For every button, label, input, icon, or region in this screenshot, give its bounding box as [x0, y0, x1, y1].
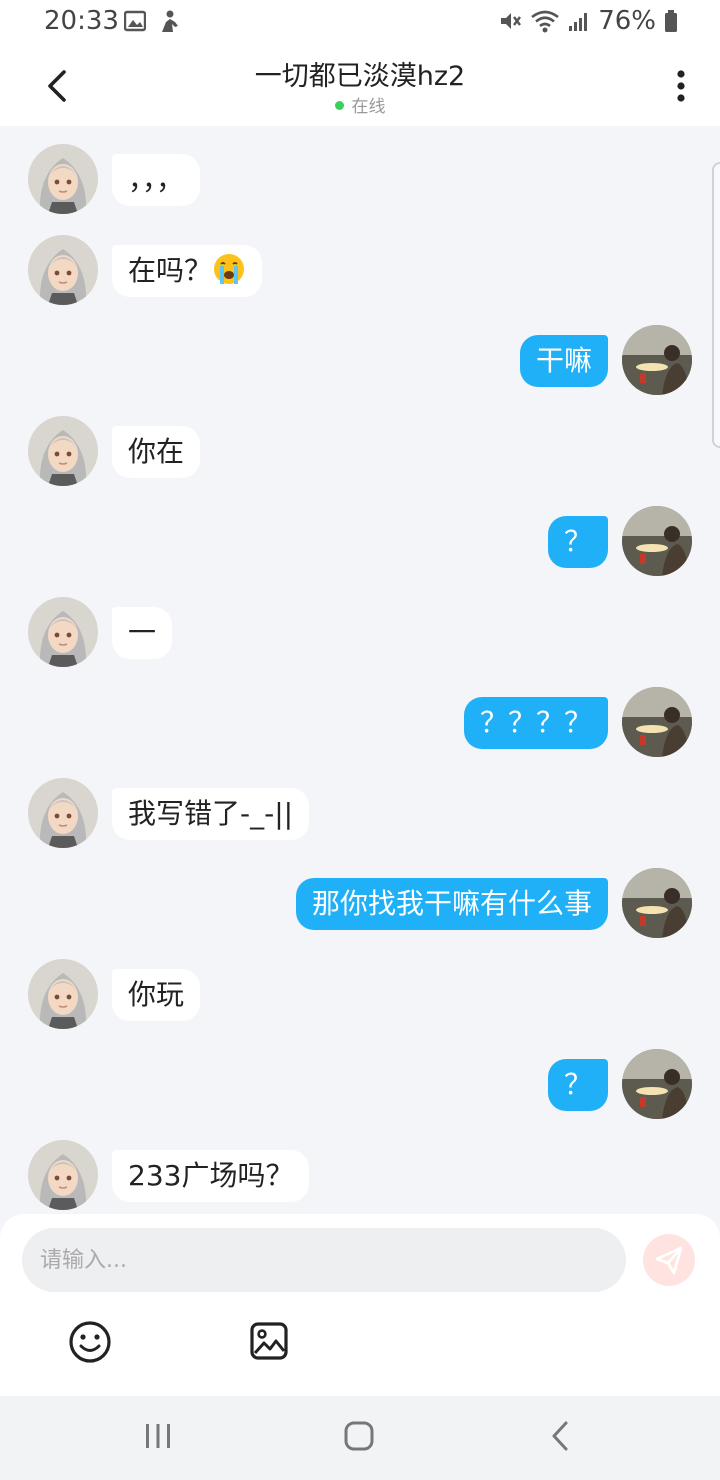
message-text: 那你找我干嘛有什么事: [311, 887, 592, 920]
wifi-icon: [531, 10, 559, 33]
send-button[interactable]: [643, 1234, 695, 1286]
my-avatar[interactable]: [622, 868, 692, 938]
more-vertical-icon[interactable]: [668, 66, 694, 106]
message-bubble[interactable]: 233广场吗？: [112, 1150, 310, 1202]
message-bubble[interactable]: ？: [547, 1059, 608, 1111]
contact-avatar[interactable]: [28, 778, 98, 848]
message-received: 你玩: [0, 959, 720, 1039]
message-received: 233广场吗？: [0, 1140, 720, 1214]
message-sent: ？: [0, 1049, 720, 1129]
message-text: 233广场吗？: [128, 1159, 294, 1192]
battery-icon: [665, 10, 677, 32]
chat-header: 一切都已淡漠hz2 在线: [0, 44, 720, 126]
online-status: 在线: [0, 92, 720, 117]
message-received: 你在: [0, 416, 720, 496]
online-status-label: 在线: [351, 97, 386, 117]
message-text: ？？？？: [479, 706, 592, 739]
my-avatar[interactable]: [622, 506, 692, 576]
my-avatar[interactable]: [622, 687, 692, 757]
message-text: 一: [128, 616, 157, 649]
message-text: 干嘛: [535, 344, 592, 377]
contact-name: 一切都已淡漠hz2: [254, 61, 466, 92]
recents-icon[interactable]: [144, 1422, 172, 1450]
crying-face-icon: [214, 254, 245, 284]
emoji-icon[interactable]: [68, 1320, 112, 1364]
message-received: ，，，: [0, 144, 720, 224]
message-received: 在吗？: [0, 235, 720, 315]
message-bubble[interactable]: 那你找我干嘛有什么事: [295, 878, 608, 930]
message-text: 我写错了-_-||: [128, 797, 294, 830]
image-icon[interactable]: [249, 1320, 289, 1362]
message-received: 我写错了-_-||: [0, 778, 720, 858]
message-bubble[interactable]: ？？？？: [463, 697, 608, 749]
input-panel: [0, 1214, 720, 1396]
message-bubble[interactable]: 在吗？: [112, 245, 263, 297]
home-icon[interactable]: [343, 1420, 375, 1452]
battery-percentage: 76%: [598, 6, 656, 36]
message-bubble[interactable]: 干嘛: [519, 335, 608, 387]
message-bubble[interactable]: 一: [112, 607, 173, 659]
message-text: ？: [563, 1068, 592, 1101]
send-icon: [655, 1246, 683, 1275]
message-bubble[interactable]: 我写错了-_-||: [112, 788, 310, 840]
message-text: 在吗？: [128, 254, 213, 287]
message-bubble[interactable]: 你玩: [112, 969, 201, 1021]
message-input[interactable]: [22, 1228, 626, 1292]
image-icon: [124, 10, 146, 32]
mute-icon: [501, 13, 522, 29]
message-bubble[interactable]: ？: [547, 516, 608, 568]
message-text: 你玩: [128, 978, 185, 1011]
my-avatar[interactable]: [622, 325, 692, 395]
contact-avatar[interactable]: [28, 959, 98, 1029]
back-icon[interactable]: [548, 1420, 572, 1452]
message-sent: 那你找我干嘛有什么事: [0, 868, 720, 948]
message-sent: 干嘛: [0, 325, 720, 405]
status-bar: 20:33 76%: [0, 0, 720, 44]
contact-avatar[interactable]: [28, 1140, 98, 1210]
message-received: 一: [0, 597, 720, 677]
message-text: ？: [563, 525, 592, 558]
online-dot-icon: [334, 100, 344, 110]
status-time: 20:33: [44, 6, 119, 36]
message-text: ，，，: [128, 163, 185, 196]
contact-avatar[interactable]: [28, 144, 98, 214]
message-bubble[interactable]: 你在: [112, 426, 201, 478]
message-text: 你在: [128, 435, 185, 468]
signal-icon: [569, 13, 588, 31]
message-sent: ？？？？: [0, 687, 720, 767]
message-sent: ？: [0, 506, 720, 586]
contact-avatar[interactable]: [28, 416, 98, 486]
contact-avatar[interactable]: [28, 597, 98, 667]
my-avatar[interactable]: [622, 1049, 692, 1119]
figure-icon: [162, 10, 178, 32]
contact-avatar[interactable]: [28, 235, 98, 305]
system-nav-bar: [0, 1396, 720, 1480]
message-list[interactable]: ，，， 在吗？ 干嘛你在 ？ 一 ？？？？ 我写错了-_-|| 那你找我干嘛有什么事你玩 ？ 23…: [0, 126, 720, 1214]
message-bubble[interactable]: ，，，: [112, 154, 201, 206]
